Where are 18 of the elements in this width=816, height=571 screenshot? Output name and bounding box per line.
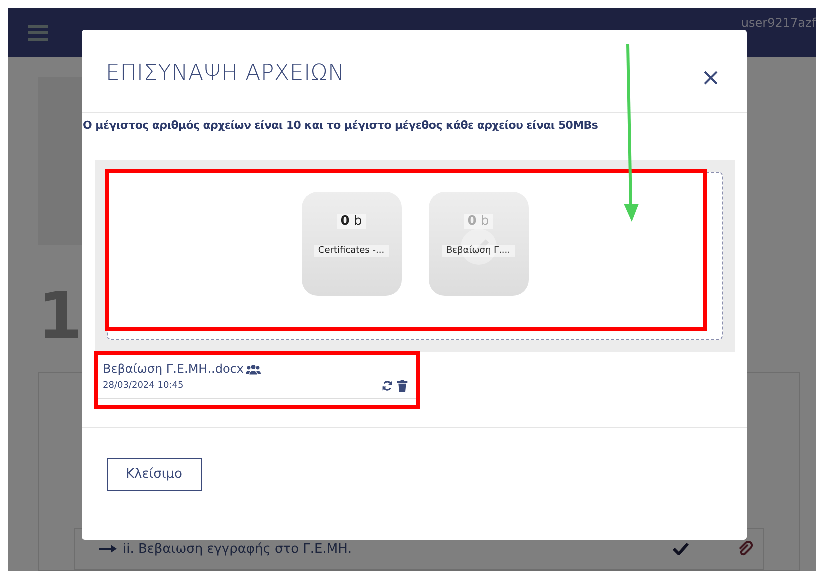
file-tile[interactable]: 0 b Βεβαίωση Γ.... xyxy=(428,192,528,296)
file-tile[interactable]: 0 b Certificates -... xyxy=(302,192,402,296)
limits-text: Ο μέγιστος αριθμός αρχείων είναι 10 και το μέγιστο μέγεθος κάθε αρχείου είναι 50MBs xyxy=(83,119,600,132)
trash-icon[interactable] xyxy=(397,380,408,392)
close-button[interactable]: Κλείσιμο xyxy=(107,458,202,491)
file-size: 0 b xyxy=(336,214,366,229)
table-cell-text: ii. Βεβαιωση εγγραφής στο Γ.Ε.ΜΗ. xyxy=(123,542,354,556)
file-name[interactable]: Βεβαίωση Γ.Ε.ΜΗ..docx xyxy=(103,362,244,376)
file-name: Βεβαίωση Γ.... xyxy=(442,245,515,257)
arrow-icon xyxy=(99,545,117,553)
drop-zone[interactable]: 0 b Certificates -... 0 b Βεβαίωση Γ.... xyxy=(107,172,723,340)
close-icon[interactable] xyxy=(703,70,719,86)
dialog-title: ΕΠΙΣΥΝΑΨΗ ΑΡΧΕΙΩΝ xyxy=(106,60,345,86)
file-name: Certificates -... xyxy=(314,245,389,257)
upload-date: 28/03/2024 10:45 xyxy=(103,381,184,391)
file-size: 0 b xyxy=(464,214,494,229)
refresh-icon[interactable] xyxy=(382,380,393,392)
paperclip-icon[interactable] xyxy=(737,541,753,557)
